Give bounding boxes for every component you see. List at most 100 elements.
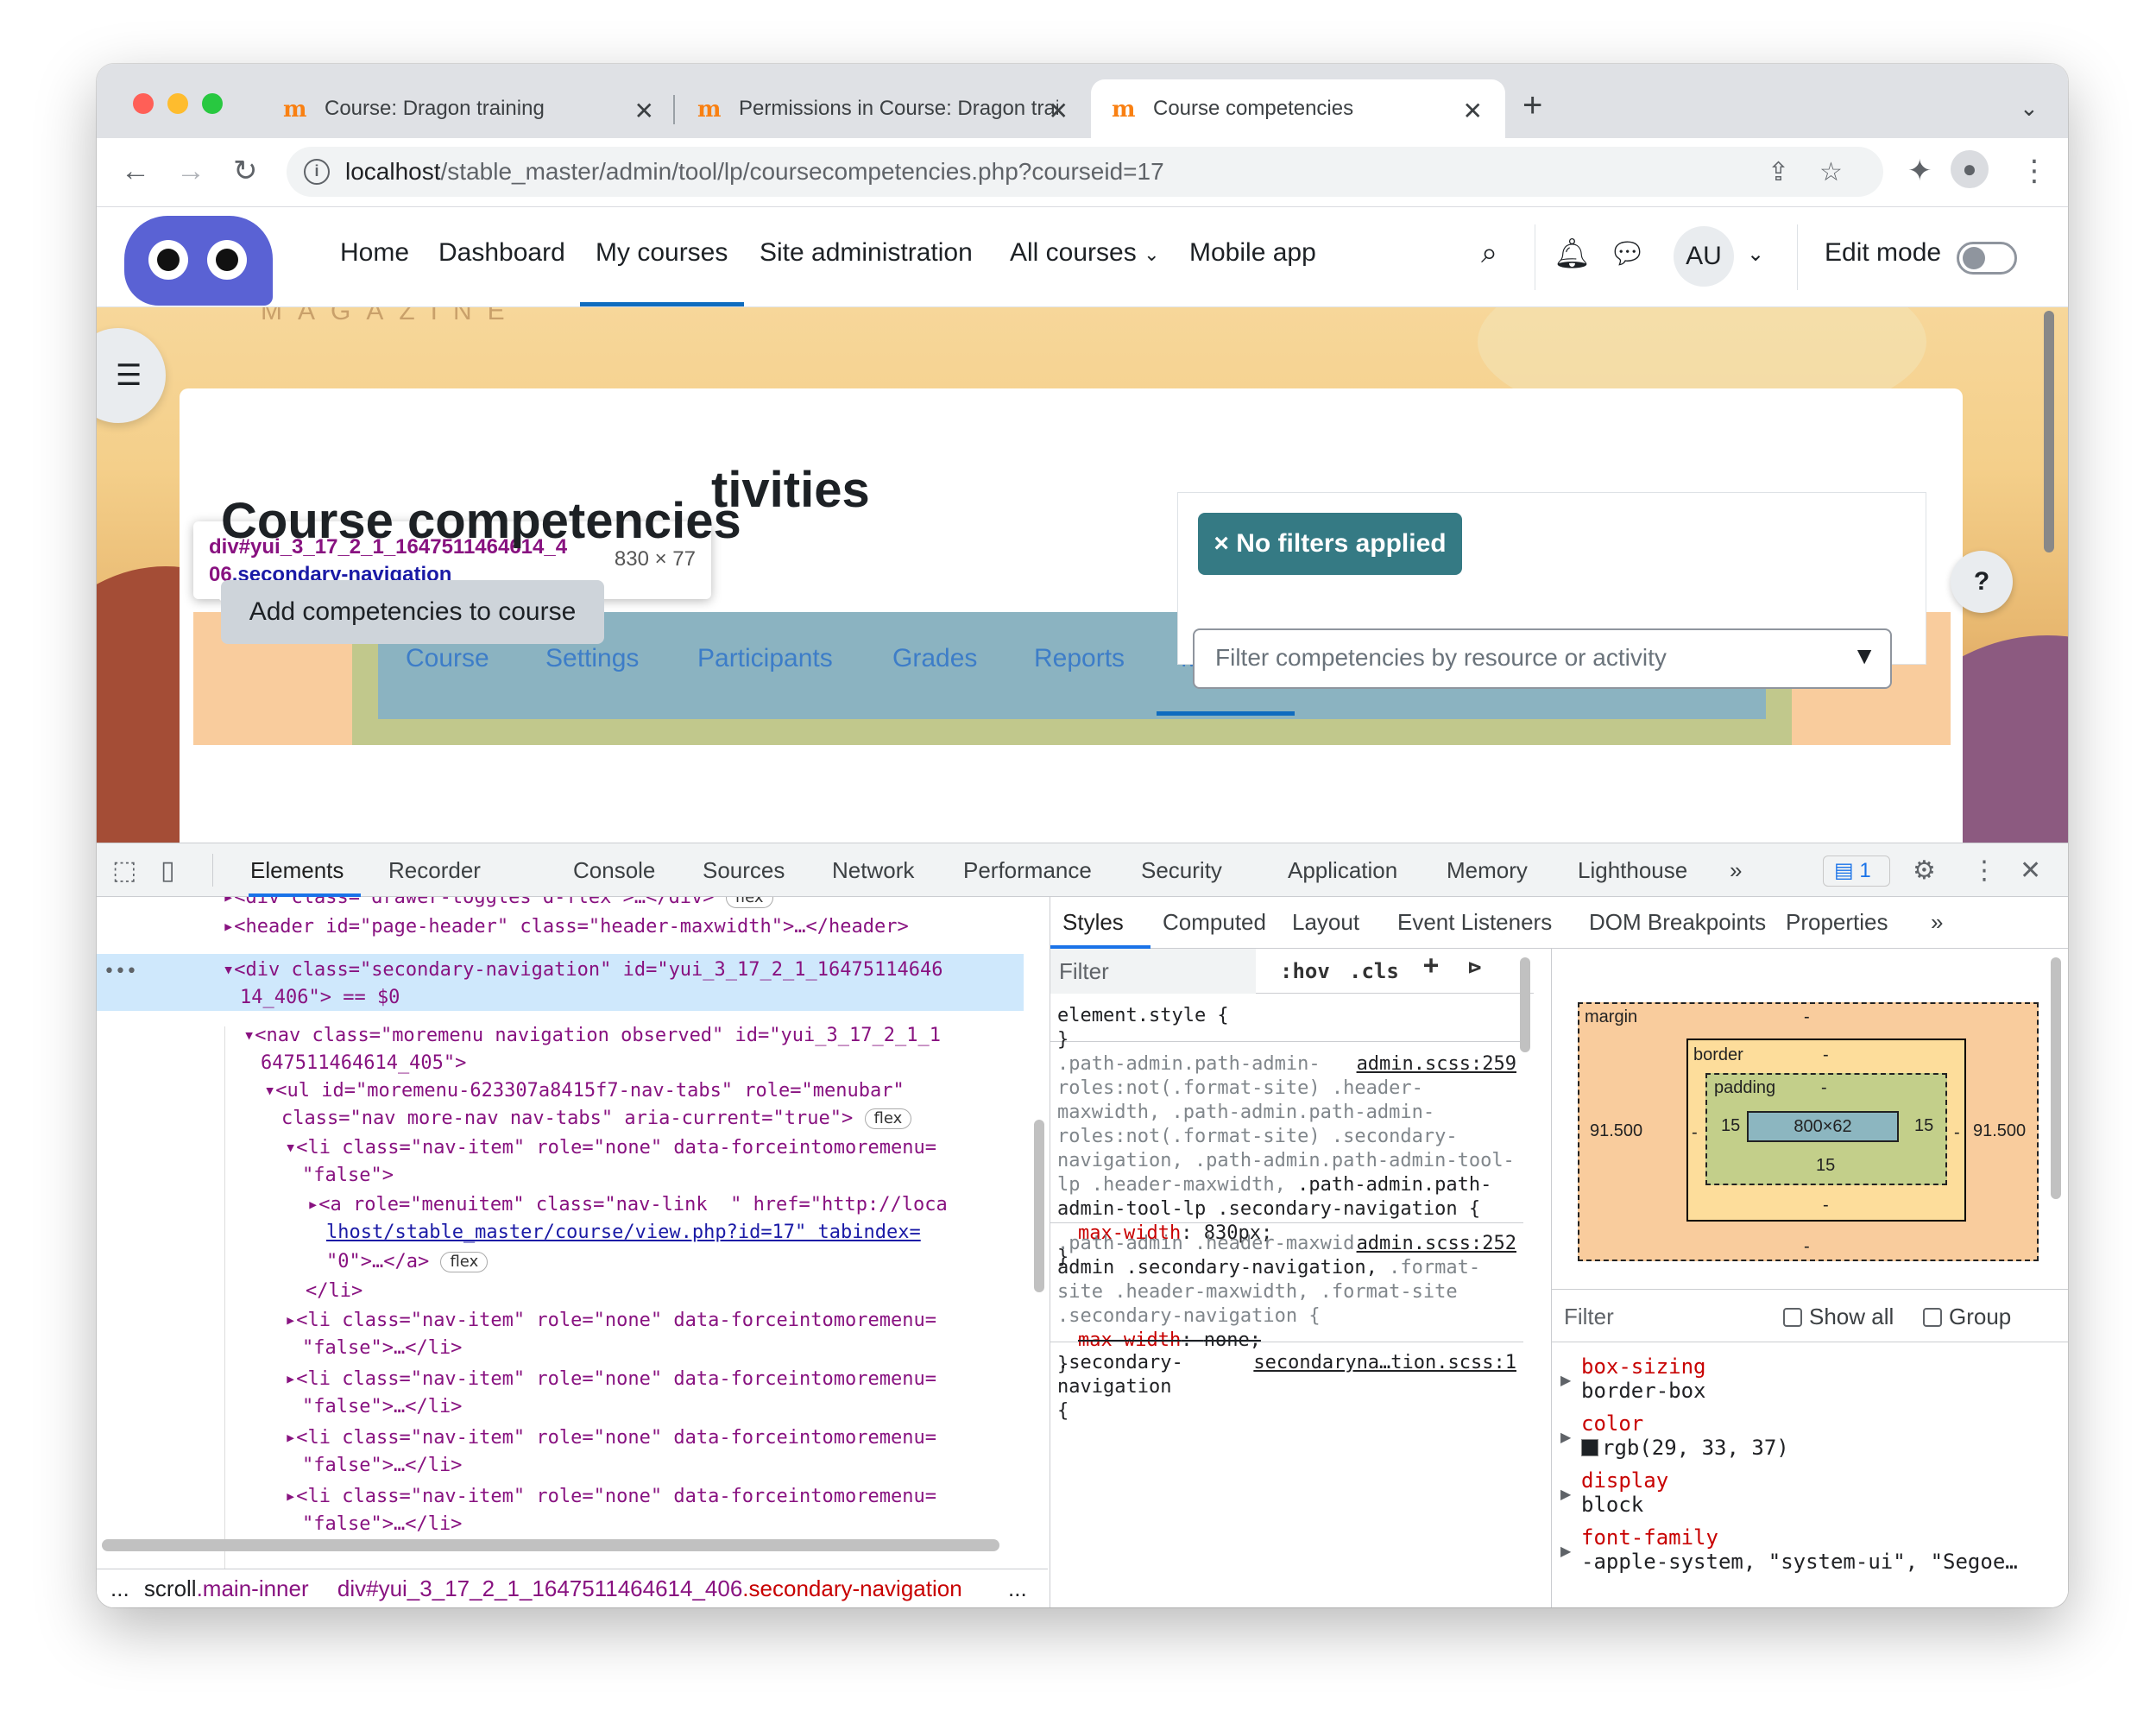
devtools-tab-performance[interactable]: Performance: [963, 857, 1092, 884]
nav-mobile-app[interactable]: Mobile app: [1189, 238, 1316, 268]
browser-menu-kebab-icon[interactable]: ⋮: [2020, 154, 2049, 188]
close-window-button[interactable]: [133, 93, 154, 114]
reload-icon[interactable]: ↻: [233, 154, 258, 188]
new-tab-button[interactable]: +: [1522, 88, 1542, 123]
dom-node-nav-link[interactable]: ▸<a role="menuitem" class="nav-link " hr…: [307, 1190, 948, 1219]
sidebar-tab-event-listeners[interactable]: Event Listeners: [1397, 909, 1552, 936]
device-toolbar-icon[interactable]: ▯: [161, 856, 175, 886]
search-icon[interactable]: ⌕: [1481, 237, 1497, 270]
sidebar-tab-computed[interactable]: Computed: [1163, 909, 1266, 936]
sidebar-tab-layout[interactable]: Layout: [1292, 909, 1359, 936]
dom-node-link-text[interactable]: lhost/stable_master/course/view.php?id=1…: [326, 1222, 921, 1243]
dom-node-drawer-toggles[interactable]: ▸<div class="drawer-toggles d-flex">…</d…: [223, 897, 773, 912]
sidebar-tab-dom-breakpoints[interactable]: DOM Breakpoints: [1589, 909, 1766, 936]
help-button[interactable]: ?: [1951, 551, 2013, 613]
sidebar-tab-properties[interactable]: Properties: [1786, 909, 1888, 936]
close-tab-icon[interactable]: ✕: [1049, 97, 1069, 125]
secondary-nav-grades[interactable]: Grades: [892, 644, 977, 673]
dom-node-secondary-navigation[interactable]: ▾<div class="secondary-navigation" id="y…: [223, 956, 942, 984]
tab-search-chevron-icon[interactable]: ⌄: [2020, 95, 2039, 122]
sidebar-more-tabs[interactable]: »: [1931, 909, 1943, 936]
dom-node-nav-item[interactable]: ▸<li class="nav-item" role="none" data-f…: [285, 1424, 936, 1452]
new-style-rule-icon[interactable]: +: [1423, 953, 1439, 979]
toggle-element-state-button[interactable]: :hov: [1280, 959, 1330, 983]
no-filters-applied-button[interactable]: × No filters applied: [1198, 513, 1462, 575]
minimize-window-button[interactable]: [167, 93, 188, 114]
devtools-tab-application[interactable]: Application: [1288, 857, 1397, 884]
toggle-sidebar-icon[interactable]: ⊳: [1468, 956, 1482, 980]
dom-node-nav-item[interactable]: ▸<li class="nav-item" role="none" data-f…: [285, 1482, 936, 1511]
profile-avatar-icon[interactable]: ●: [1951, 150, 1989, 188]
toggle-classes-button[interactable]: .cls: [1349, 959, 1399, 983]
expand-triangle-icon[interactable]: ▶: [1560, 1482, 1571, 1506]
show-all-checkbox[interactable]: Show all: [1783, 1304, 1894, 1330]
notification-bell-icon[interactable]: 🔔︎: [1554, 237, 1591, 271]
breadcrumb-ellipsis[interactable]: ...: [110, 1575, 129, 1601]
breadcrumb-ellipsis[interactable]: ...: [1008, 1569, 1027, 1607]
devtools-tab-sources[interactable]: Sources: [703, 857, 785, 884]
dom-node-nav-item[interactable]: ▸<li class="nav-item" role="none" data-f…: [285, 1365, 936, 1393]
computed-prop-display[interactable]: ▶ display block: [1552, 1468, 2035, 1517]
user-avatar[interactable]: AU: [1674, 226, 1734, 287]
devtools-tab-recorder[interactable]: Recorder: [388, 857, 481, 884]
edit-mode-toggle[interactable]: [1957, 242, 2017, 275]
computed-prop-color[interactable]: ▶ color rgb(29, 33, 37): [1552, 1411, 2035, 1460]
dom-node-nav-item[interactable]: ▾<li class="nav-item" role="none" data-f…: [285, 1133, 936, 1162]
box-model-border[interactable]: border - - - - padding - 15 15 15 800×62: [1686, 1039, 1966, 1222]
breadcrumb-item-secondary-navigation[interactable]: div#yui_3_17_2_1_1647511464614_406.secon…: [337, 1575, 962, 1601]
devtools-tab-security[interactable]: Security: [1141, 857, 1222, 884]
computed-prop-font-family[interactable]: ▶ font-family -apple-system, "system-ui"…: [1552, 1525, 2035, 1574]
flex-badge[interactable]: flex: [440, 1252, 489, 1272]
browser-tab-3[interactable]: m Course competencies ✕: [1091, 79, 1505, 138]
browser-tab-1[interactable]: m Course: Dragon training ✕: [262, 79, 677, 138]
computed-prop-box-sizing[interactable]: ▶ box-sizing border-box: [1552, 1354, 2035, 1403]
share-icon[interactable]: ⇪: [1768, 157, 1789, 187]
nav-home[interactable]: Home: [340, 238, 409, 268]
computed-filter-input[interactable]: Filter: [1564, 1304, 1614, 1329]
box-model-content[interactable]: 800×62: [1747, 1111, 1899, 1142]
styles-scrollbar[interactable]: [1520, 957, 1530, 1052]
dom-node-nav-item[interactable]: ▸<li class="nav-item" role="none" data-f…: [285, 1306, 936, 1335]
expand-triangle-icon[interactable]: ▶: [1560, 1539, 1571, 1563]
user-menu-chevron-icon[interactable]: ⌄: [1747, 242, 1764, 267]
sidebar-tab-styles[interactable]: Styles: [1062, 909, 1124, 936]
devtools-more-tabs[interactable]: »: [1730, 857, 1742, 884]
site-logo[interactable]: [124, 216, 273, 306]
elements-horizontal-scrollbar[interactable]: [102, 1539, 999, 1551]
color-swatch[interactable]: [1581, 1439, 1598, 1456]
dom-node-page-header[interactable]: ▸<header id="page-header" class="header-…: [223, 912, 909, 941]
page-scrollbar[interactable]: [2044, 311, 2054, 552]
devtools-tab-lighthouse[interactable]: Lighthouse: [1578, 857, 1687, 884]
flex-badge[interactable]: flex: [725, 897, 773, 908]
rule-source-link[interactable]: secondaryna…tion.scss:1: [1250, 1351, 1516, 1375]
close-tab-icon[interactable]: ✕: [634, 97, 654, 125]
nav-site-administration[interactable]: Site administration: [760, 238, 973, 268]
devtools-tab-memory[interactable]: Memory: [1447, 857, 1528, 884]
flex-badge[interactable]: flex: [864, 1108, 912, 1129]
computed-scrollbar[interactable]: [2051, 957, 2061, 1199]
messages-bubble-icon[interactable]: 💬︎: [1609, 237, 1646, 271]
devtools-menu-kebab-icon[interactable]: ⋮: [1971, 856, 1997, 886]
nav-my-courses[interactable]: My courses: [596, 238, 728, 268]
nav-all-courses[interactable]: All courses ⌄: [1010, 238, 1160, 268]
add-competencies-button[interactable]: Add competencies to course: [221, 580, 604, 644]
dom-node-moremenu-nav[interactable]: ▾<nav class="moremenu navigation observe…: [243, 1021, 941, 1050]
nav-dashboard[interactable]: Dashboard: [438, 238, 565, 268]
secondary-nav-reports[interactable]: Reports: [1034, 644, 1125, 673]
devtools-tab-elements[interactable]: Elements: [250, 857, 344, 884]
node-actions-ellipsis-icon[interactable]: •••: [104, 957, 137, 986]
address-bar[interactable]: i localhost/stable_master/admin/tool/lp/…: [287, 147, 1883, 197]
group-checkbox[interactable]: Group: [1923, 1304, 2011, 1330]
forward-arrow-icon[interactable]: →: [176, 154, 205, 188]
zoom-window-button[interactable]: [202, 93, 223, 114]
browser-tab-2[interactable]: m Permissions in Course: Dragon training…: [677, 79, 1091, 138]
devtools-tab-console[interactable]: Console: [573, 857, 655, 884]
extensions-puzzle-icon[interactable]: ✦: [1907, 154, 1932, 188]
filter-competencies-select[interactable]: Filter competencies by resource or activ…: [1193, 628, 1892, 689]
site-info-icon[interactable]: i: [304, 159, 330, 185]
dom-node-nav-tabs-ul[interactable]: ▾<ul id="moremenu-623307a8415f7-nav-tabs…: [264, 1077, 905, 1105]
rule-source-link[interactable]: admin.scss:252: [1352, 1232, 1516, 1256]
close-tab-icon[interactable]: ✕: [1463, 97, 1483, 125]
issues-badge[interactable]: ▤ 1: [1823, 856, 1890, 887]
secondary-nav-participants[interactable]: Participants: [697, 644, 833, 673]
